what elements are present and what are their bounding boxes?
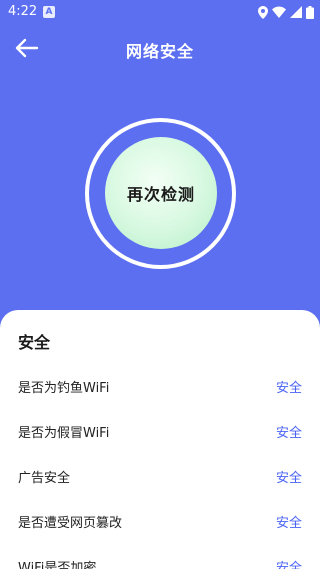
wifi-icon: [272, 6, 286, 18]
battery-icon: [306, 5, 314, 19]
recheck-button[interactable]: 再次检测: [105, 137, 217, 249]
result-row-ad-safety[interactable]: 广告安全 安全: [0, 455, 320, 495]
recheck-label: 再次检测: [126, 185, 195, 204]
result-row-wifi-encryption[interactable]: WiFi是否加密 安全: [0, 545, 320, 569]
result-row-page-tamper[interactable]: 是否遭受网页篡改 安全: [0, 500, 320, 540]
result-label: 是否为假冒WiFi: [18, 426, 110, 441]
status-icons: [258, 4, 314, 20]
signal-icon: [290, 6, 302, 18]
result-row-phishing-wifi[interactable]: 是否为钓鱼WiFi 安全: [0, 365, 320, 405]
status-bar: 4:22 A: [0, 0, 320, 24]
result-label: 是否遭受网页篡改: [18, 516, 123, 531]
result-status: 安全: [275, 426, 302, 441]
result-status: 安全: [275, 516, 302, 531]
result-row-fake-wifi[interactable]: 是否为假冒WiFi 安全: [0, 410, 320, 450]
top-bar: 网络安全: [0, 24, 320, 72]
page-title: 网络安全: [125, 42, 194, 61]
status-time: 4:22: [8, 4, 38, 19]
result-status: 安全: [275, 381, 302, 396]
results-title: 安全: [18, 333, 51, 352]
result-status: 安全: [275, 561, 302, 569]
location-icon: [258, 5, 268, 19]
result-label: 广告安全: [18, 471, 71, 486]
result-status: 安全: [275, 471, 302, 486]
result-label: WiFi是否加密: [18, 561, 97, 569]
notification-badge: A: [43, 6, 55, 18]
results-sheet: 安全 是否为钓鱼WiFi 安全 是否为假冒WiFi 安全 广告安全 安全 是否遭…: [0, 310, 320, 569]
result-label: 是否为钓鱼WiFi: [18, 381, 110, 396]
